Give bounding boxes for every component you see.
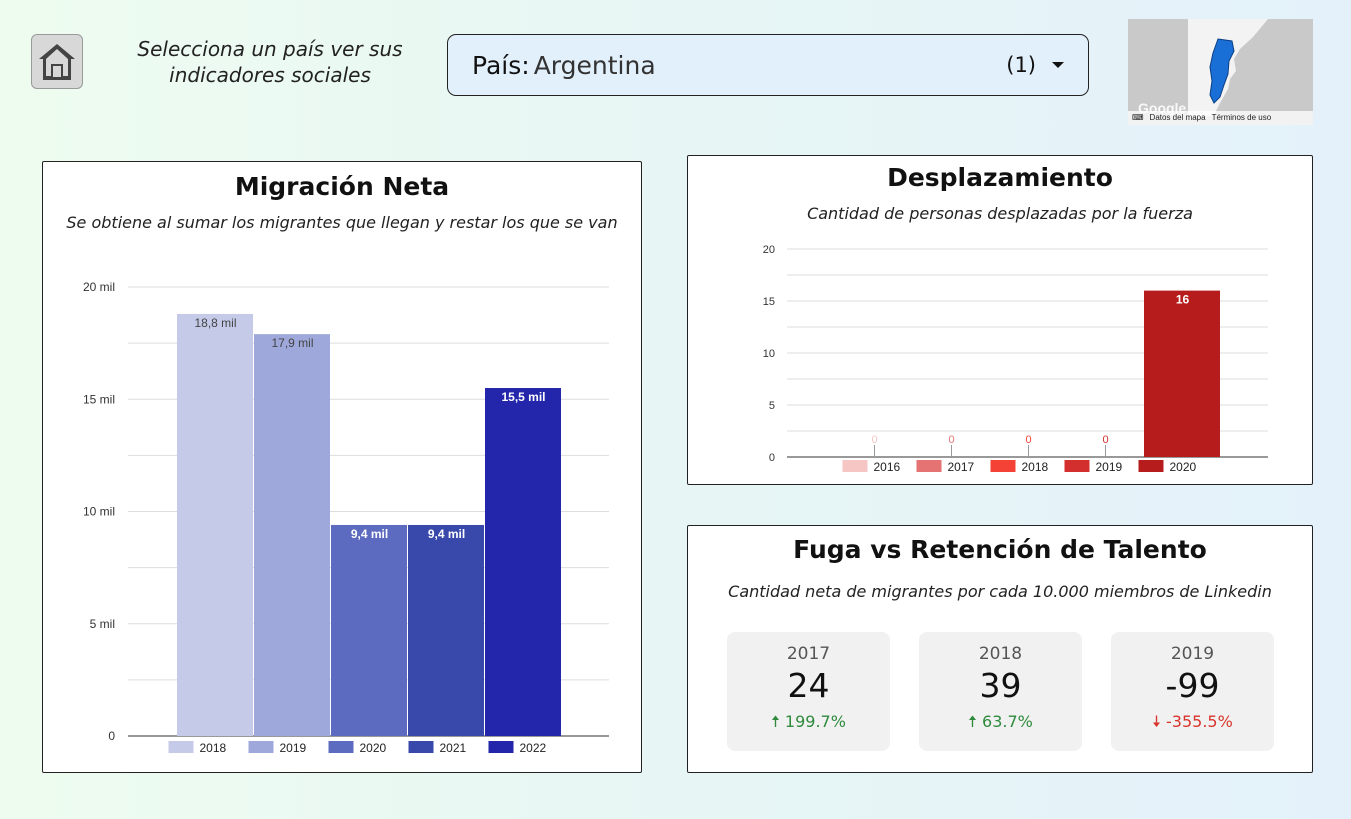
y-tick-label: 15 mil bbox=[83, 392, 115, 406]
desplazamiento-title: Desplazamiento bbox=[887, 163, 1113, 192]
data-label: 0 bbox=[1102, 434, 1108, 446]
bar[interactable] bbox=[408, 524, 484, 736]
data-label: 0 bbox=[1025, 434, 1031, 446]
data-label: 18,8 mil bbox=[194, 316, 236, 330]
fuga-title: Fuga vs Retención de Talento bbox=[793, 535, 1207, 564]
kpi-card-2018: 2018 39 🠅 63.7% bbox=[919, 632, 1082, 751]
legend-swatch bbox=[488, 741, 514, 753]
kpi-change-value: 199.7% bbox=[784, 712, 846, 731]
bar[interactable] bbox=[254, 334, 330, 736]
legend-label[interactable]: 2017 bbox=[948, 460, 975, 474]
kpi-change-value: -355.5% bbox=[1166, 712, 1233, 731]
data-label: 16 bbox=[1176, 293, 1190, 307]
legend-label[interactable]: 2020 bbox=[360, 741, 387, 755]
y-tick-label: 5 mil bbox=[90, 617, 115, 631]
migracion-chart[interactable]: 0 5 mil 10 mil 15 mil 20 mil 18,8 mil 17,9 mil… bbox=[43, 272, 641, 772]
kpi-year: 2019 bbox=[1170, 644, 1215, 664]
kpi-card-2019: 2019 -99 🠇 -355.5% bbox=[1111, 632, 1274, 751]
migracion-title: Migración Neta bbox=[234, 172, 450, 201]
desplazamiento-chart[interactable]: 0 5 10 15 20 0 0 0 0 16 2016 2017 2018 2019 2020 bbox=[688, 238, 1312, 474]
migracion-card: Migración Neta Se obtiene al sumar los m… bbox=[42, 161, 642, 773]
fuga-subtitle: Cantidad neta de migrantes por cada 10.0… bbox=[728, 582, 1272, 601]
kpi-value: 39 bbox=[979, 666, 1022, 705]
kpi-value: 24 bbox=[787, 666, 830, 705]
arrow-up-icon: 🠅 bbox=[771, 712, 780, 731]
arrow-up-icon: 🠅 bbox=[968, 712, 977, 731]
legend-swatch bbox=[990, 460, 1016, 472]
country-map[interactable]: Google ⌨ Datos del mapa Términos de uso bbox=[1128, 19, 1313, 125]
legend-label[interactable]: 2020 bbox=[1170, 460, 1197, 474]
legend-swatch bbox=[408, 741, 434, 753]
y-tick-label: 10 bbox=[763, 348, 775, 360]
legend-label[interactable]: 2018 bbox=[200, 741, 227, 755]
map-attribution: ⌨ Datos del mapa Términos de uso bbox=[1128, 111, 1313, 125]
desplazamiento-card: Desplazamiento Cantidad de personas desp… bbox=[687, 155, 1313, 485]
bar[interactable] bbox=[1144, 290, 1220, 457]
legend-swatch bbox=[168, 741, 194, 753]
y-tick-label: 0 bbox=[769, 452, 775, 464]
y-tick-label: 10 mil bbox=[83, 505, 115, 519]
data-label: 9,4 mil bbox=[428, 527, 465, 541]
legend-swatch bbox=[1138, 460, 1164, 472]
instruction-text: Selecciona un país ver sus indicadores s… bbox=[137, 37, 403, 87]
kpi-change: 🠇 -355.5% bbox=[1111, 711, 1274, 738]
legend-label[interactable]: 2016 bbox=[874, 460, 901, 474]
data-label: 9,4 mil bbox=[351, 527, 388, 541]
fuga-card: Fuga vs Retención de Talento Cantidad ne… bbox=[687, 525, 1313, 773]
legend-label[interactable]: 2019 bbox=[1096, 460, 1123, 474]
bar[interactable] bbox=[331, 524, 407, 736]
y-tick-label: 20 mil bbox=[83, 280, 115, 294]
home-icon bbox=[39, 43, 75, 80]
legend-swatch bbox=[1064, 460, 1090, 472]
select-value: Argentina bbox=[533, 50, 656, 80]
data-label: 15,5 mil bbox=[501, 390, 545, 404]
kpi-year: 2018 bbox=[978, 644, 1023, 664]
data-label: 0 bbox=[948, 434, 954, 446]
data-label: 0 bbox=[871, 434, 877, 446]
legend-swatch bbox=[248, 741, 274, 753]
legend-label[interactable]: 2022 bbox=[520, 741, 547, 755]
kpi-card-2017: 2017 24 🠅 199.7% bbox=[727, 632, 890, 751]
select-colon: : bbox=[521, 50, 530, 80]
country-select[interactable]: País: Argentina (1) bbox=[447, 34, 1089, 96]
bar[interactable] bbox=[177, 313, 253, 736]
kpi-change: 🠅 199.7% bbox=[727, 711, 890, 738]
kpi-change-value: 63.7% bbox=[982, 712, 1033, 731]
chevron-down-icon bbox=[1052, 62, 1064, 68]
legend-swatch bbox=[328, 741, 354, 753]
keyboard-icon[interactable]: ⌨ bbox=[1132, 111, 1144, 125]
arrow-down-icon: 🠇 bbox=[1152, 712, 1161, 731]
y-tick-label: 15 bbox=[763, 296, 775, 308]
legend-swatch bbox=[916, 460, 942, 472]
kpi-year: 2017 bbox=[786, 644, 831, 664]
home-button[interactable] bbox=[31, 34, 83, 89]
legend-label[interactable]: 2019 bbox=[280, 741, 307, 755]
map-data-link[interactable]: Datos del mapa bbox=[1150, 111, 1206, 125]
legend-label[interactable]: 2021 bbox=[440, 741, 467, 755]
desplazamiento-subtitle: Cantidad de personas desplazadas por la … bbox=[807, 204, 1193, 223]
data-label: 17,9 mil bbox=[271, 336, 313, 350]
migracion-subtitle: Se obtiene al sumar los migrantes que ll… bbox=[66, 213, 618, 232]
y-tick-label: 5 bbox=[769, 400, 775, 412]
kpi-value: -99 bbox=[1165, 666, 1220, 705]
y-tick-label: 0 bbox=[108, 729, 115, 743]
y-tick-label: 20 bbox=[763, 244, 775, 256]
bar[interactable] bbox=[485, 388, 561, 736]
legend-swatch bbox=[842, 460, 868, 472]
kpi-change: 🠅 63.7% bbox=[919, 711, 1082, 738]
legend-label[interactable]: 2018 bbox=[1022, 460, 1049, 474]
select-count: (1) bbox=[1006, 53, 1036, 77]
terms-link[interactable]: Términos de uso bbox=[1212, 111, 1272, 125]
select-label: País bbox=[472, 50, 522, 80]
